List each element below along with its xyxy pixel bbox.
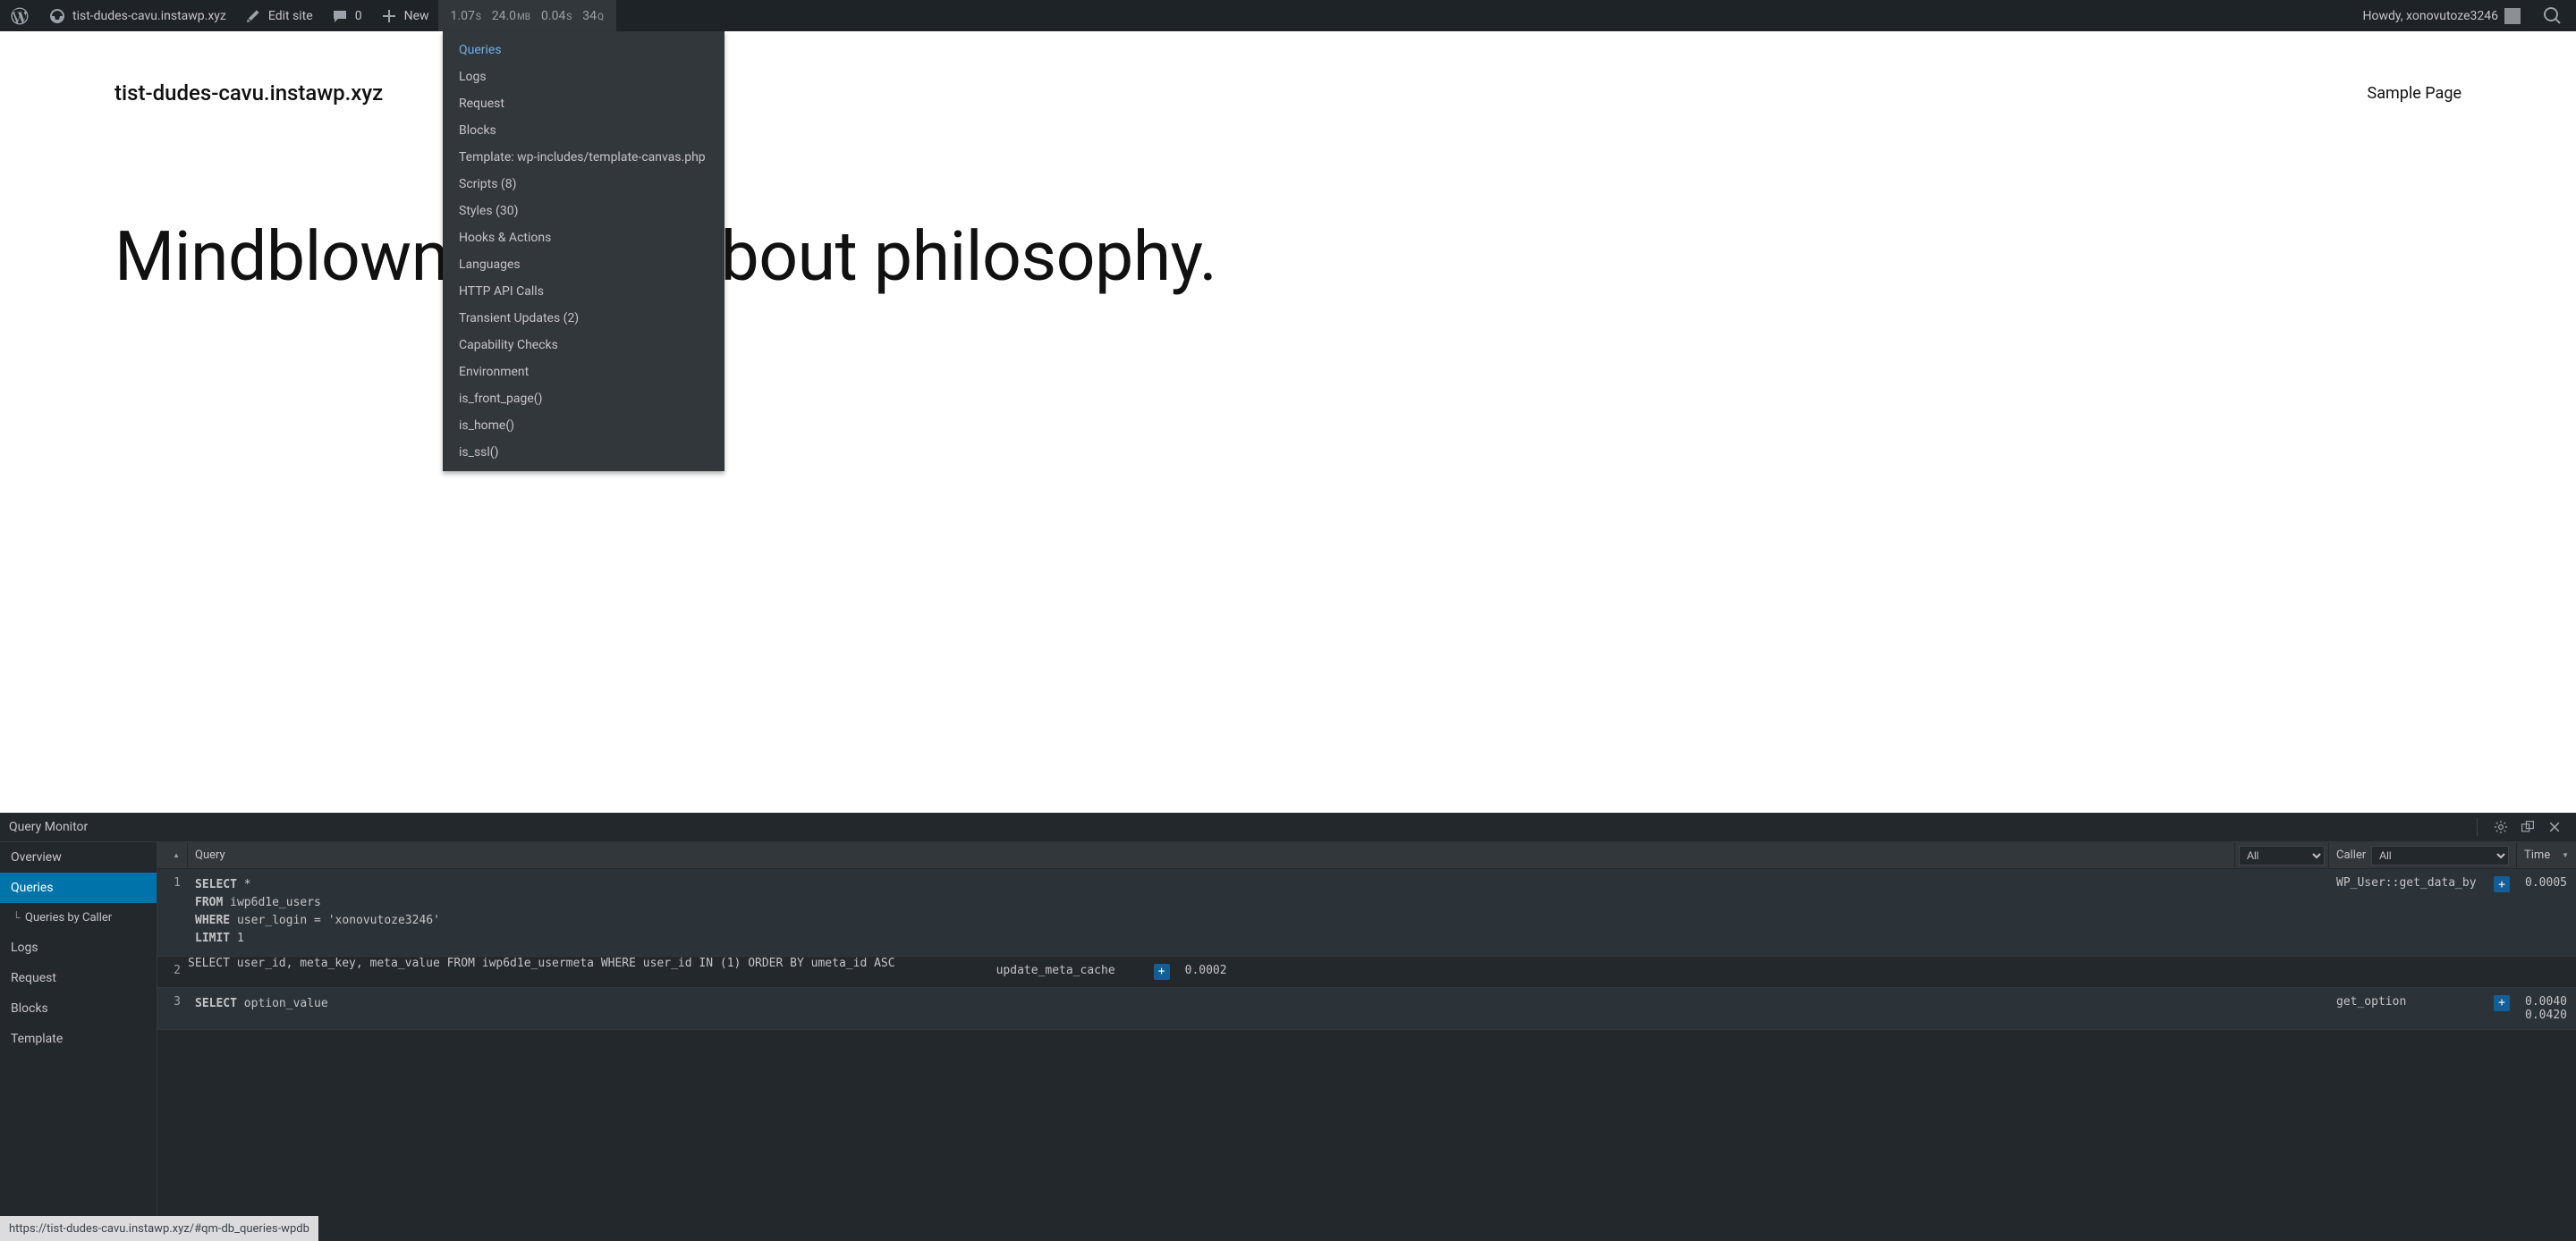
col-query[interactable]: Query	[188, 842, 2235, 868]
dashboard-icon	[48, 7, 66, 25]
table-body: 1 SELECT * FROM iwp6d1e_users WHERE user…	[157, 869, 2576, 1241]
wp-admin-bar: tist-dudes-cavu.instawp.xyz Edit site 0 …	[0, 0, 2576, 31]
site-title[interactable]: tist-dudes-cavu.instawp.xyz	[114, 80, 383, 106]
table-row: 2 SELECT user_id, meta_key, meta_value F…	[157, 957, 2576, 988]
comment-icon	[331, 7, 349, 25]
row-sql: SELECT * FROM iwp6d1e_users WHERE user_l…	[188, 869, 2235, 956]
comments-count: 0	[355, 9, 362, 23]
edit-site-link[interactable]: Edit site	[235, 0, 322, 31]
comments-link[interactable]: 0	[322, 0, 371, 31]
sidebar-item-logs[interactable]: Logs	[0, 933, 157, 963]
qm-titlebar: Query Monitor	[0, 813, 2576, 842]
dropdown-item-hooks[interactable]: Hooks & Actions	[443, 224, 724, 251]
status-url: https://tist-dudes-cavu.instawp.xyz/#qm-…	[9, 1222, 309, 1236]
sidebar-item-queries-by-caller[interactable]: Queries by Caller	[0, 903, 157, 933]
query-monitor-panel: Query Monitor Overview Queries Queries b…	[0, 813, 2576, 1241]
plus-icon	[380, 7, 398, 25]
expand-caller-button[interactable]: +	[2494, 995, 2510, 1011]
new-label: New	[404, 9, 429, 23]
sidebar-item-blocks[interactable]: Blocks	[0, 993, 157, 1024]
dropdown-item-languages[interactable]: Languages	[443, 251, 724, 278]
filter-caller-select[interactable]: All	[2371, 846, 2509, 865]
pencil-icon	[244, 7, 262, 25]
site-name-link[interactable]: tist-dudes-cavu.instawp.xyz	[39, 0, 235, 31]
sidebar-item-overview[interactable]: Overview	[0, 842, 157, 873]
qm-queries-table: ▲ Query All Caller All Time ▼ 1 SELECT *…	[157, 842, 2576, 1241]
sidebar-item-template[interactable]: Template	[0, 1024, 157, 1054]
query-monitor-stats[interactable]: 1.07S 24.0MB 0.04S 34Q	[438, 0, 616, 31]
caller-label: Caller	[2336, 848, 2366, 862]
page-content: tist-dudes-cavu.instawp.xyz Sample Page …	[0, 31, 2576, 297]
dropdown-item-caps[interactable]: Capability Checks	[443, 332, 724, 359]
dropdown-item-frontpage[interactable]: is_front_page()	[443, 385, 724, 412]
query-monitor-dropdown: Queries Logs Request Blocks Template: wp…	[443, 31, 724, 471]
dropdown-item-scripts[interactable]: Scripts (8)	[443, 171, 724, 198]
howdy-text: Howdy, xonovutoze3246	[2363, 9, 2498, 23]
col-caller: Caller All	[2329, 842, 2517, 868]
table-row: 1 SELECT * FROM iwp6d1e_users WHERE user…	[157, 869, 2576, 957]
col-time[interactable]: Time ▼	[2517, 842, 2576, 868]
menu-sample-page[interactable]: Sample Page	[2368, 84, 2462, 103]
row-time: 0.0002	[1177, 957, 1236, 987]
howdy-account[interactable]: Howdy, xonovutoze3246	[2354, 0, 2529, 31]
new-content-link[interactable]: New	[371, 0, 438, 31]
sidebar-item-queries[interactable]: Queries	[0, 873, 157, 903]
gear-icon[interactable]	[2494, 820, 2508, 834]
site-name-text: tist-dudes-cavu.instawp.xyz	[72, 9, 226, 23]
dropdown-item-http[interactable]: HTTP API Calls	[443, 278, 724, 305]
row-caller: WP_User::get_data_by +	[2329, 869, 2517, 956]
wordpress-icon	[11, 7, 29, 25]
adminbar-search[interactable]	[2529, 0, 2576, 31]
wp-logo[interactable]	[0, 0, 39, 31]
dropdown-item-template[interactable]: Template: wp-includes/template-canvas.ph…	[443, 144, 724, 171]
dropdown-item-queries[interactable]: Queries	[443, 37, 724, 63]
expand-caller-button[interactable]: +	[2494, 876, 2510, 892]
table-header: ▲ Query All Caller All Time ▼	[157, 842, 2576, 869]
stat-mem: 24.0MB	[492, 9, 530, 23]
dropdown-item-ssl[interactable]: is_ssl()	[443, 439, 724, 466]
titlebar-separator	[2477, 818, 2478, 836]
search-icon	[2544, 7, 2562, 25]
row-num: 3	[157, 988, 188, 1029]
row-sql: SELECT user_id, meta_key, meta_value FRO…	[188, 957, 895, 987]
expand-caller-button[interactable]: +	[1154, 964, 1170, 980]
row-sql: SELECT option_value	[188, 988, 2235, 1029]
row-caller: get_option +	[2329, 988, 2517, 1029]
row-time: 0.00400.0420	[2517, 988, 2576, 1029]
dropdown-item-request[interactable]: Request	[443, 90, 724, 117]
qm-title: Query Monitor	[9, 820, 88, 834]
popout-icon[interactable]	[2521, 820, 2535, 834]
dropdown-item-home[interactable]: is_home()	[443, 412, 724, 439]
dropdown-item-blocks[interactable]: Blocks	[443, 117, 724, 144]
row-caller: update_meta_cache +	[989, 957, 1177, 987]
col-num[interactable]: ▲	[157, 842, 188, 868]
sidebar-item-request[interactable]: Request	[0, 963, 157, 993]
avatar	[2504, 8, 2521, 24]
close-icon[interactable]	[2547, 820, 2562, 834]
dropdown-item-styles[interactable]: Styles (30)	[443, 198, 724, 224]
col-filter-component: All	[2235, 842, 2329, 868]
dropdown-item-env[interactable]: Environment	[443, 359, 724, 385]
row-num: 1	[157, 869, 188, 956]
edit-site-label: Edit site	[268, 9, 313, 23]
dropdown-item-logs[interactable]: Logs	[443, 63, 724, 90]
qm-sidebar: Overview Queries Queries by Caller Logs …	[0, 842, 157, 1241]
stat-time2: 0.04S	[541, 9, 572, 23]
stat-queries: 34Q	[582, 9, 604, 23]
row-num: 2	[157, 957, 188, 987]
filter-component-select[interactable]: All	[2239, 846, 2325, 865]
dropdown-item-transients[interactable]: Transient Updates (2)	[443, 305, 724, 332]
table-row: 3 SELECT option_value get_option + 0.004…	[157, 988, 2576, 1030]
stat-time1: 1.07S	[451, 9, 481, 23]
row-time: 0.0005	[2517, 869, 2576, 956]
browser-status-bar: https://tist-dudes-cavu.instawp.xyz/#qm-…	[0, 1216, 318, 1241]
